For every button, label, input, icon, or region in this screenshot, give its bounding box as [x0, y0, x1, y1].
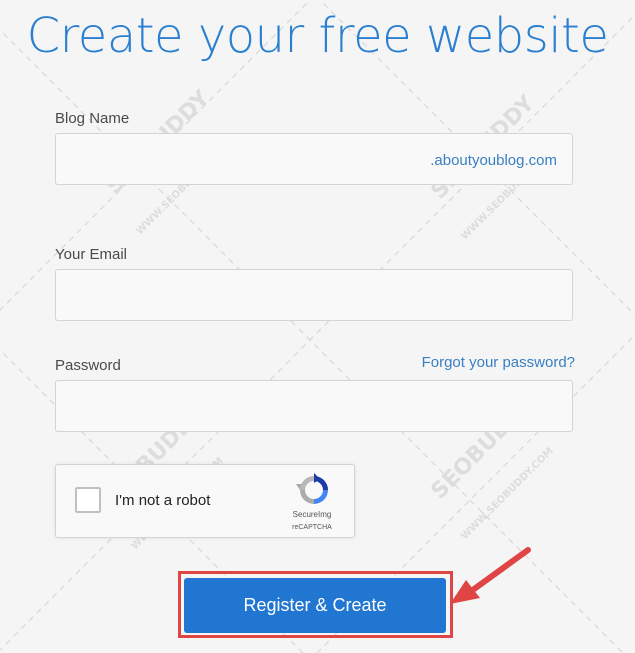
captcha-label: I'm not a robot [115, 492, 211, 509]
password-input[interactable] [55, 380, 573, 432]
email-input[interactable] [55, 269, 573, 321]
blog-name-label: Blog Name [55, 110, 130, 127]
blog-domain-suffix: .aboutyoublog.com [430, 152, 557, 169]
page-title: Create your free website [26, 8, 609, 64]
recaptcha-logo-icon [296, 473, 328, 504]
blog-name-input[interactable]: .aboutyoublog.com [55, 133, 573, 185]
forgot-password-link[interactable]: Forgot your password? [422, 354, 575, 371]
email-label: Your Email [55, 246, 127, 263]
watermark-overlay: SEOBUDDY WWW.SEOBUDDY.COM SEOBUDDY WWW.S… [0, 0, 635, 653]
captcha-sub: reCAPTCHA [292, 524, 332, 531]
password-label: Password [55, 357, 121, 374]
register-create-button[interactable]: Register & Create [184, 578, 446, 633]
captcha-checkbox[interactable] [75, 487, 101, 513]
captcha-widget: I'm not a robot SecureImg reCAPTCHA [55, 464, 355, 538]
pointer-arrow-icon [450, 547, 531, 604]
watermark-url-4: WWW.SEOBUDDY.COM [459, 446, 555, 542]
captcha-brand: SecureImg [292, 510, 332, 519]
